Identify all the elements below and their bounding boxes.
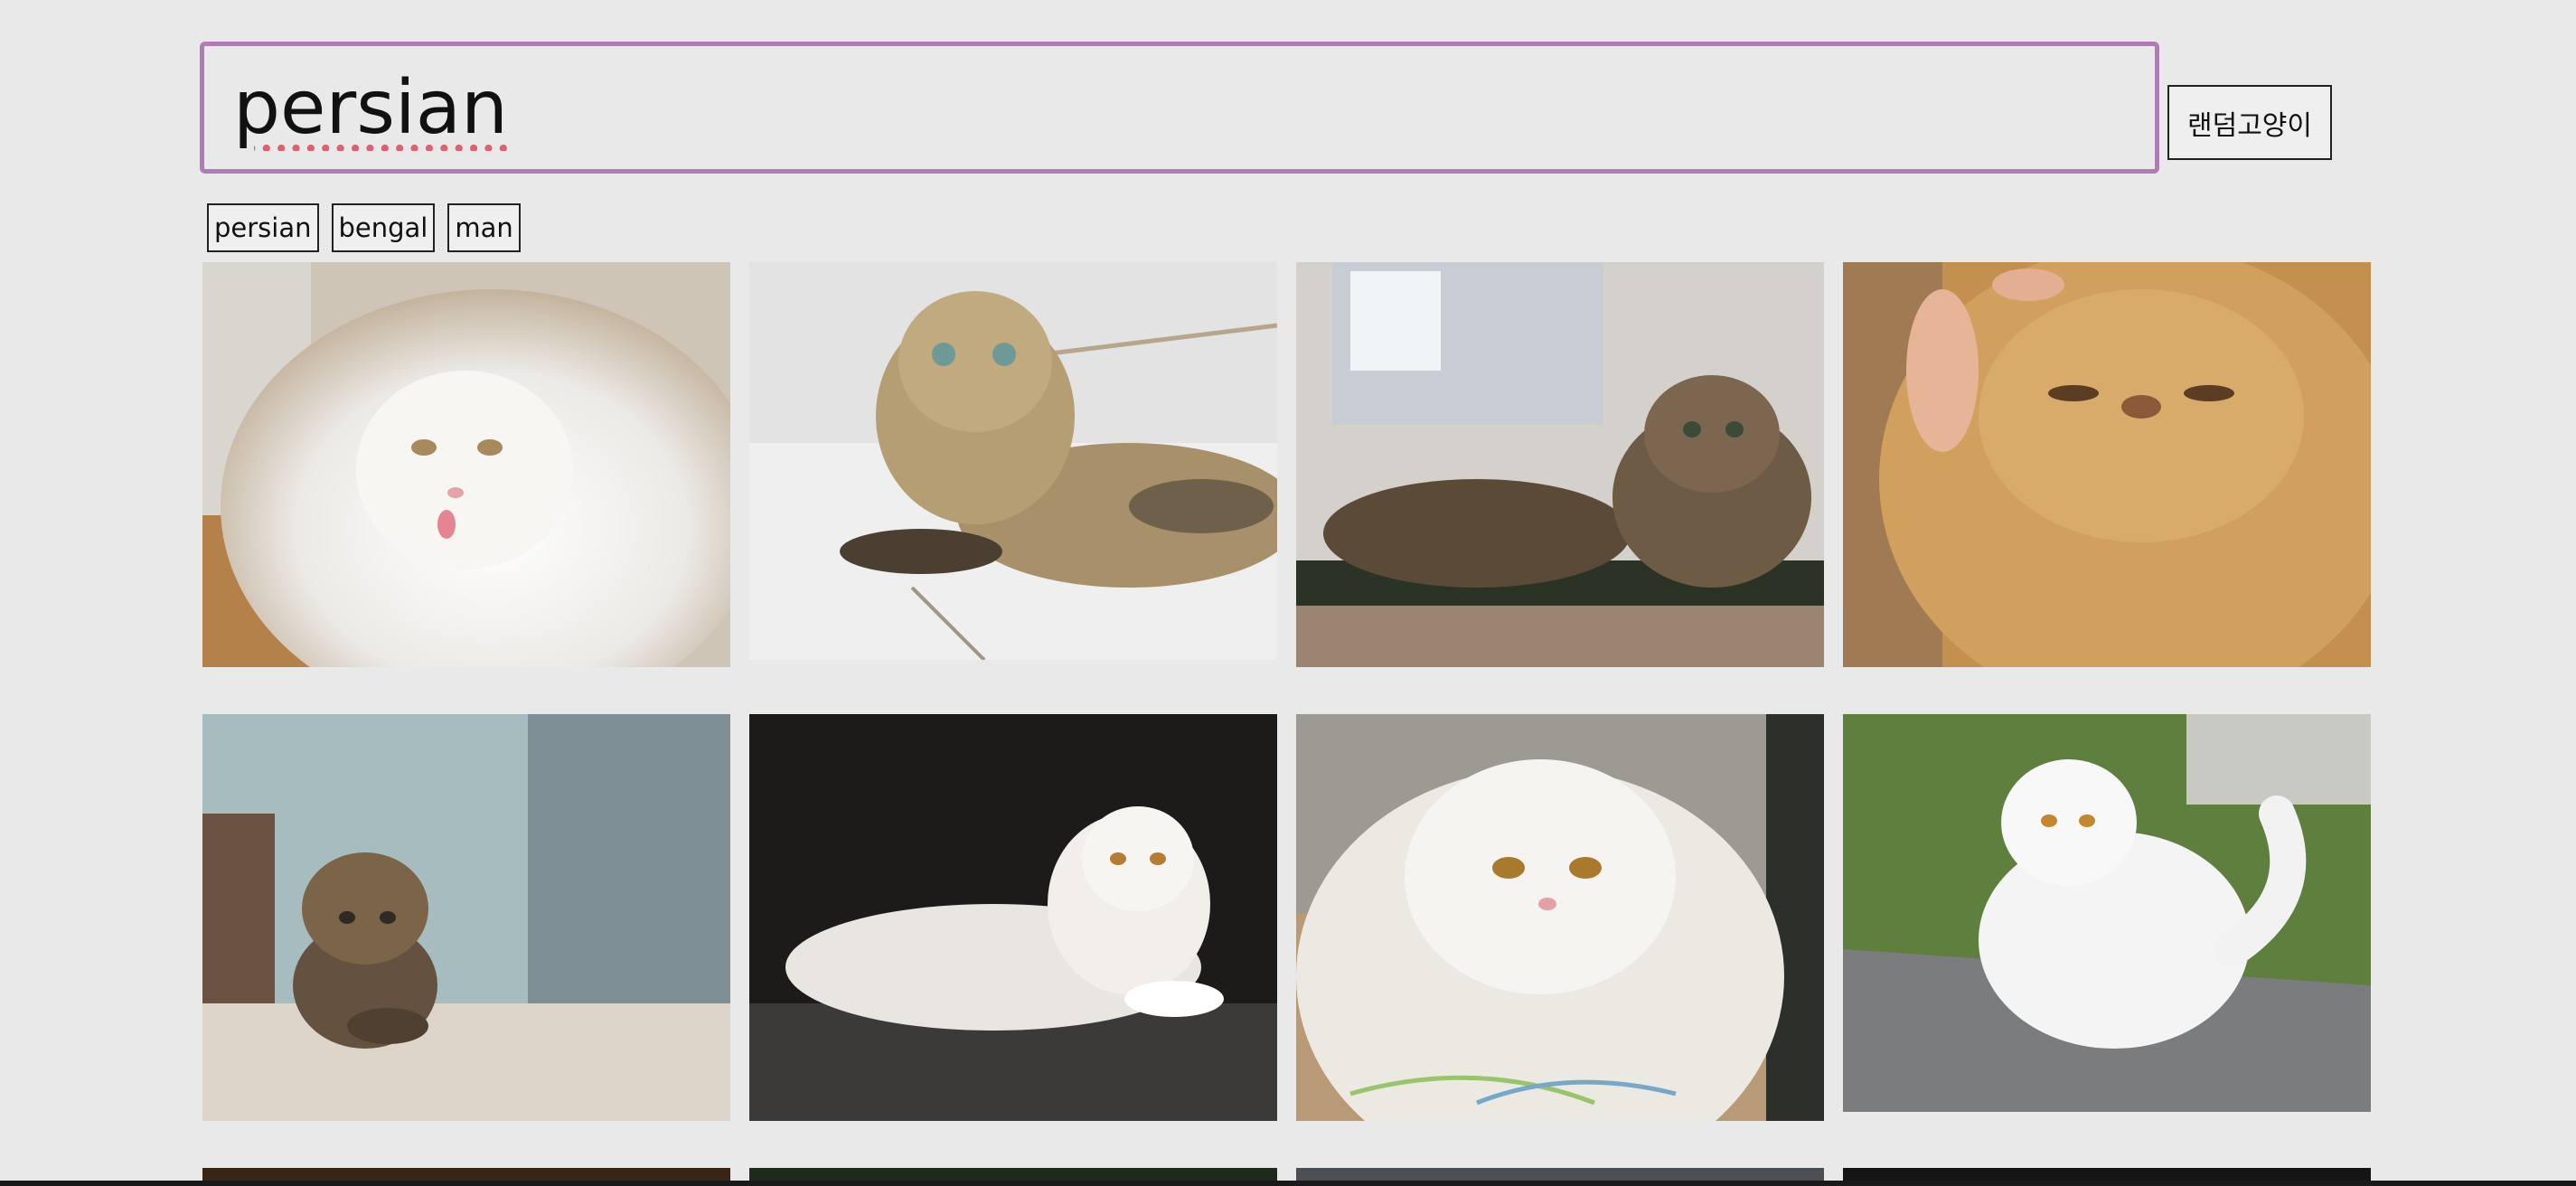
keyword-chip[interactable]: persian [207, 203, 319, 252]
recent-keywords: persian bengal man [207, 203, 521, 252]
cat-image [1296, 262, 1824, 667]
search-row: 랜덤고양이 [200, 42, 2333, 175]
cat-card[interactable] [1843, 714, 2371, 1112]
random-cat-button[interactable]: 랜덤고양이 [2167, 85, 2332, 160]
cat-card[interactable] [749, 714, 1277, 1121]
cat-image [1843, 262, 2371, 667]
cat-search-page: 랜덤고양이 persian bengal man [0, 0, 2576, 1186]
cat-card[interactable] [1296, 714, 1824, 1121]
cat-card[interactable] [749, 262, 1277, 660]
keyword-chip[interactable]: bengal [331, 203, 436, 252]
cat-card[interactable] [1296, 262, 1824, 667]
cat-card[interactable] [1843, 262, 2371, 667]
cat-image [749, 262, 1277, 660]
cat-card[interactable] [202, 262, 730, 667]
cat-image [1296, 714, 1824, 1121]
window-bottom-edge [0, 1181, 2576, 1186]
cat-image [1843, 714, 2371, 1112]
cat-image [202, 262, 730, 667]
cat-image [749, 714, 1277, 1121]
keyword-chip[interactable]: man [447, 203, 521, 252]
cat-image [202, 714, 730, 1121]
search-input[interactable] [200, 42, 2159, 174]
cat-card[interactable] [202, 714, 730, 1121]
